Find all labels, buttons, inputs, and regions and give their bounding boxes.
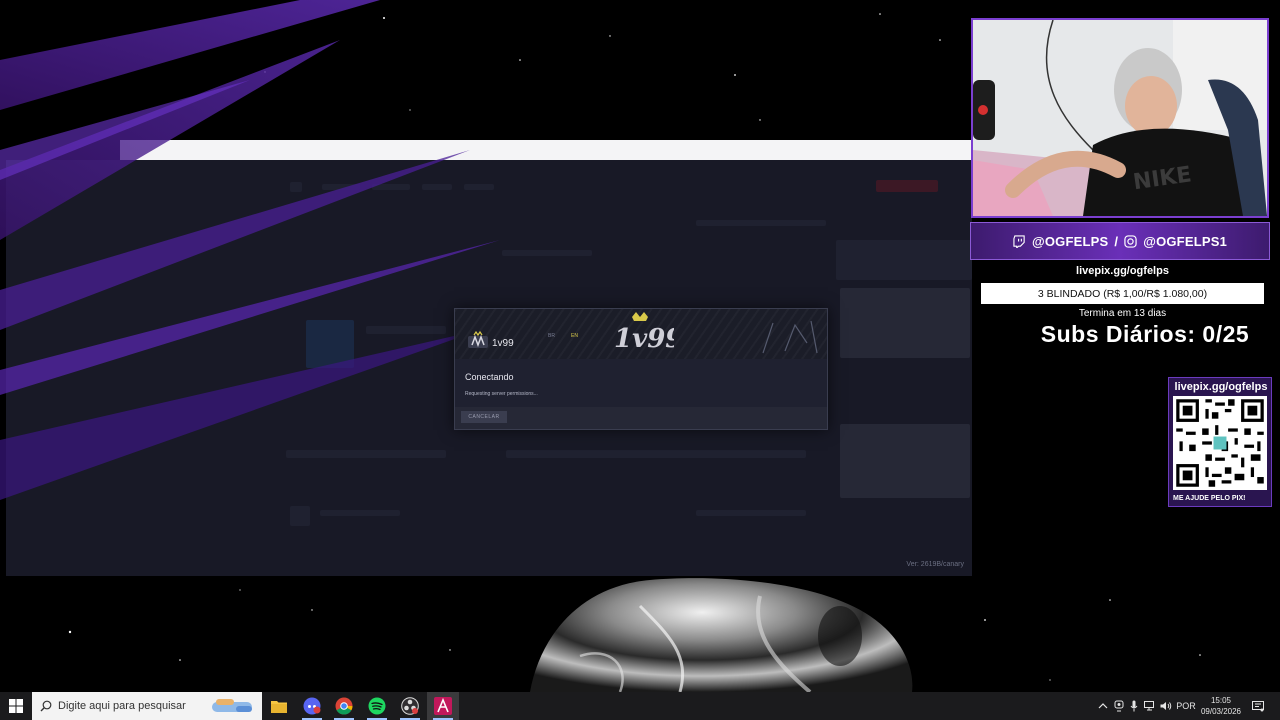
taskbar-chrome[interactable]	[328, 692, 360, 720]
twitch-icon	[1013, 234, 1025, 248]
connecting-status-title: Conectando	[465, 372, 514, 382]
pix-qr-panel: livepix.gg/ogfelps ME AJUDE PELO PIX!	[1168, 377, 1272, 507]
tray-language[interactable]: POR	[1175, 692, 1197, 720]
header-sketch-decoration	[762, 320, 818, 354]
volume-icon	[1160, 702, 1172, 710]
taskbar-spotify[interactable]	[361, 692, 393, 720]
cancel-button[interactable]: CANCELAR	[461, 411, 507, 423]
search-placeholder: Digite aqui para pesquisar	[58, 700, 186, 712]
instagram-handle: @OGFELPS1	[1143, 233, 1228, 249]
connecting-dialog: 1v99 BR EN 1v99 Conectando Requesting se…	[454, 308, 828, 430]
1v99-logo-icon	[468, 331, 488, 348]
search-highlight-illustration	[212, 699, 252, 712]
language-en-option[interactable]: EN	[571, 333, 578, 339]
taskbar-alt-v[interactable]	[427, 692, 459, 720]
language-br-option[interactable]: BR	[548, 333, 555, 339]
app-version-label: Ver: 2619B/canary	[906, 561, 964, 568]
1v99-large-logo: 1v99	[614, 312, 674, 354]
webcam-feed: NIKE	[971, 18, 1269, 218]
clock-time: 15:05	[1210, 696, 1232, 705]
file-explorer-icon	[271, 701, 287, 713]
alt-v-app-icon	[434, 697, 452, 715]
tray-network[interactable]	[1142, 692, 1158, 720]
dialog-header: 1v99 BR EN 1v99	[455, 309, 827, 359]
notification-icon	[1252, 700, 1264, 711]
social-handles-bar: @OGFELPS / @OGFELPS1	[970, 222, 1270, 260]
taskbar-clock[interactable]: 15:05 09/03/2026	[1196, 695, 1246, 717]
chrome-statue-artwork	[530, 578, 913, 692]
taskbar-search-box[interactable]: Digite aqui para pesquisar	[32, 692, 262, 720]
donation-goal-text: 3 BLINDADO (R$ 1,00/R$ 1.080,00)	[1037, 287, 1208, 300]
chrome-icon	[335, 697, 353, 715]
tray-overflow-button[interactable]	[1096, 692, 1110, 720]
twitch-handle: @OGFELPS	[1031, 233, 1109, 249]
livepix-url: livepix.gg/ogfelps	[1076, 265, 1169, 277]
chevron-up-icon	[1098, 703, 1108, 709]
dialog-brand: 1v99	[492, 338, 514, 349]
handle-separator: /	[1114, 233, 1119, 249]
purple-streaks-decoration	[0, 0, 500, 500]
show-desktop-button[interactable]	[1268, 692, 1280, 720]
daily-subs-counter: Subs Diários: 0/25	[1040, 321, 1250, 347]
svg-text:1v99: 1v99	[614, 324, 674, 354]
qr-help-text: ME AJUDE PELO PIX!	[1173, 495, 1246, 502]
spotify-icon	[368, 697, 386, 715]
connecting-status-detail: Requesting server permissions...	[465, 391, 538, 397]
taskbar-file-explorer[interactable]	[263, 692, 295, 720]
tray-microphone[interactable]	[1127, 692, 1141, 720]
windows-logo-icon	[9, 699, 23, 713]
qr-code-image	[1173, 396, 1267, 490]
search-icon	[40, 700, 52, 712]
dialog-body: Conectando Requesting server permissions…	[455, 359, 827, 407]
clock-date: 09/03/2026	[1200, 707, 1242, 716]
qr-livepix-url: livepix.gg/ogfelps	[1174, 381, 1268, 393]
network-icon	[1144, 701, 1154, 711]
start-button[interactable]	[0, 692, 32, 720]
microphone-icon	[1130, 700, 1138, 712]
streamer-webcam-image: NIKE	[973, 20, 1267, 216]
donation-goal-bar: 3 BLINDADO (R$ 1,00/R$ 1.080,00)	[981, 283, 1264, 304]
instagram-icon	[1124, 234, 1137, 248]
tray-volume[interactable]	[1158, 692, 1174, 720]
goal-ends-text: Termina em 13 dias	[1078, 308, 1167, 319]
taskbar-obs[interactable]	[394, 692, 426, 720]
tray-webcam[interactable]	[1112, 692, 1126, 720]
taskbar-discord[interactable]	[296, 692, 328, 720]
webcam-tray-icon	[1114, 700, 1124, 712]
language-indicator: POR	[1176, 701, 1196, 711]
tray-notifications[interactable]	[1250, 692, 1266, 720]
windows-taskbar: Digite aqui para pesquisar POR 15:05 09/…	[0, 692, 1280, 720]
discord-icon	[303, 697, 321, 715]
obs-icon	[401, 697, 419, 715]
